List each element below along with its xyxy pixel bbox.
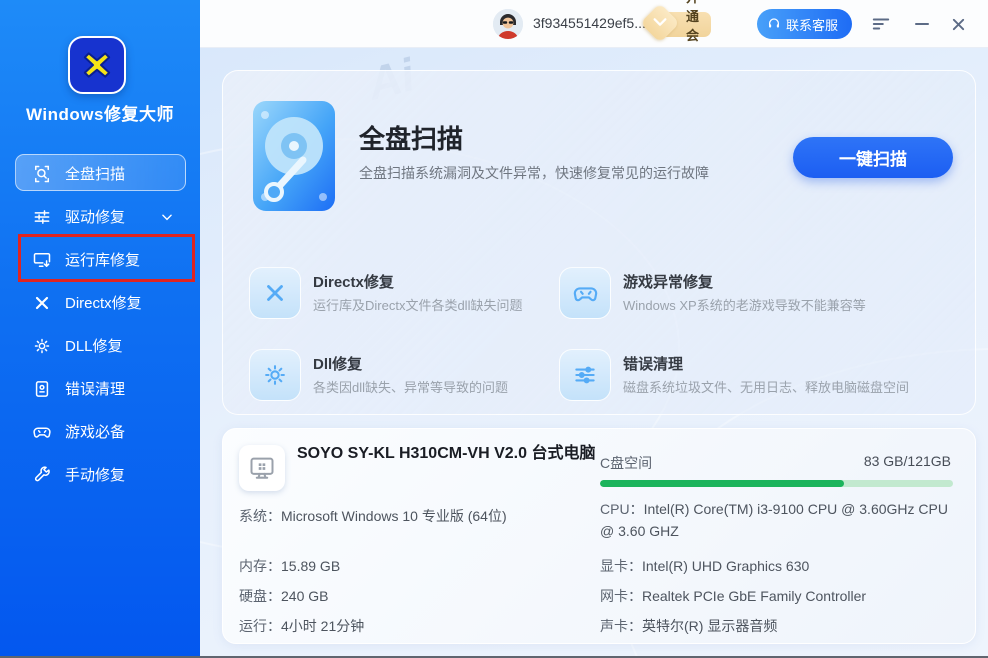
feature-desc: 磁盘系统垃圾文件、无用日志、释放电脑磁盘空间 [623,380,910,395]
feature-title: 游戏异常修复 [623,274,714,291]
computer-model-name: SOYO SY-KL H310CM-VH V2.0 台式电脑 [297,445,596,462]
wrench-icon [32,465,52,485]
user-avatar[interactable] [493,9,523,39]
feature-title: Directx修复 [313,274,394,291]
spec-gpu: 显卡：Intel(R) UHD Graphics 630 [600,558,810,574]
sidebar-item-label: 手动修复 [65,467,126,484]
vip-check-icon [652,14,668,30]
feature-desc: Windows XP系统的老游戏导致不能兼容等 [623,298,866,313]
sidebar-item-label: 错误清理 [65,381,126,398]
spec-disk: 硬盘：240 GB [239,588,329,604]
sidebar-item-label: Directx修复 [65,295,142,312]
scan-search-icon [32,164,52,184]
spec-memory: 内存：15.89 GB [239,558,341,574]
crossed-tools-icon [32,293,52,313]
sidebar-item-full-scan[interactable]: 全盘扫描 [0,152,200,195]
c-drive-label: C盘空间 [600,455,653,471]
c-drive-progress-fill [600,480,844,487]
sidebar-item-label: DLL修复 [65,338,123,355]
monitor-download-icon [32,250,52,270]
chevron-down-icon [160,210,174,224]
sidebar-item-label: 驱动修复 [65,209,126,226]
sidebar-item-driver-repair[interactable]: 驱动修复 [0,195,200,238]
hero-subtitle: 全盘扫描系统漏洞及文件异常，快速修复常见的运行故障 [359,165,709,181]
system-info-panel: SOYO SY-KL H310CM-VH V2.0 台式电脑 C盘空间 83 G… [222,428,976,644]
gamepad-icon [32,422,52,442]
gear-icon [249,349,301,401]
feature-directx-repair[interactable]: Directx修复 运行库及Directx文件各类dll缺失问题 [249,267,579,323]
id-card-icon [32,379,52,399]
contact-support-button[interactable]: 联系客服 [756,9,852,39]
window-menu-button[interactable] [869,12,893,36]
window-minimize-button[interactable] [910,12,934,36]
c-drive-value: 83 GB/121GB [863,453,951,469]
spec-network: 网卡：Realtek PCIe GbE Family Controller [600,588,867,604]
one-click-scan-button[interactable]: 一键扫描 [793,137,953,178]
sidebar-item-label: 全盘扫描 [65,166,126,183]
feature-desc: 运行库及Directx文件各类dll缺失问题 [313,298,523,313]
scan-panel: 全盘扫描 全盘扫描系统漏洞及文件异常，快速修复常见的运行故障 一键扫描 Dire… [222,70,976,415]
gamepad-icon [559,267,611,319]
titlebar: 3f934551429ef5... 开通会员 联系客服 [200,0,988,62]
sidebar-menu: 全盘扫描 驱动修复 运行库修复 Directx修复 DLL修复 错误清理 游戏必… [0,152,200,496]
sidebar-item-label: 运行库修复 [65,252,141,269]
sidebar-item-runtime-repair[interactable]: 运行库修复 [0,234,200,282]
disk-scan-icon [251,99,337,218]
spec-os: 系统：Microsoft Windows 10 专业版 (64位) [239,508,507,524]
headset-icon [767,17,781,31]
main-content: Ai [200,48,988,656]
window-close-button[interactable] [946,12,970,36]
feature-title: Dll修复 [313,356,363,373]
app-window: Windows修复大师 全盘扫描 驱动修复 运行库修复 Directx修复 DL… [0,0,988,658]
gear-icon [32,336,52,356]
feature-title: 错误清理 [623,356,684,373]
sliders-icon [32,207,52,227]
desktop-pc-icon [239,445,285,491]
feature-desc: 各类因dll缺失、异常等导致的问题 [313,380,509,395]
sidebar-item-game-essentials[interactable]: 游戏必备 [0,410,200,453]
c-drive-progress-bar [600,480,953,487]
spec-audio: 声卡：英特尔(R) 显示器音频 [600,618,778,634]
hero-title: 全盘扫描 [359,124,464,154]
sliders-icon [559,349,611,401]
sidebar-item-error-clean[interactable]: 错误清理 [0,367,200,410]
user-id-text: 3f934551429ef5... [533,15,646,31]
feature-error-clean[interactable]: 错误清理 磁盘系统垃圾文件、无用日志、释放电脑磁盘空间 [559,349,909,405]
sidebar: Windows修复大师 全盘扫描 驱动修复 运行库修复 Directx修复 DL… [0,0,200,656]
app-title: Windows修复大师 [26,105,174,124]
feature-game-repair[interactable]: 游戏异常修复 Windows XP系统的老游戏导致不能兼容等 [559,267,889,323]
feature-dll-repair[interactable]: Dll修复 各类因dll缺失、异常等导致的问题 [249,349,579,405]
sidebar-item-label: 游戏必备 [65,424,126,441]
sidebar-item-dll-repair[interactable]: DLL修复 [0,324,200,367]
contact-support-label: 联系客服 [785,17,838,33]
spec-uptime: 运行：4小时 21分钟 [239,618,365,634]
app-logo-icon [68,36,126,94]
sidebar-item-manual-repair[interactable]: 手动修复 [0,453,200,496]
crossed-tools-icon [249,267,301,319]
sidebar-item-directx-repair[interactable]: Directx修复 [0,281,200,324]
spec-cpu: CPU：Intel(R) Core(TM) i3-9100 CPU @ 3.60… [600,501,948,539]
